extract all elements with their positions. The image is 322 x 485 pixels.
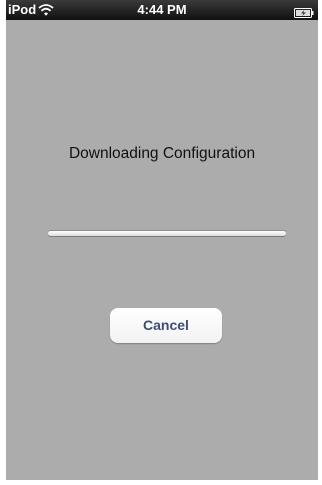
screen: iPod 4:44 PM Downloading Configuration C… (0, 0, 322, 485)
status-time: 4:44 PM (137, 2, 187, 17)
status-bar: iPod 4:44 PM (6, 0, 318, 20)
cancel-button[interactable]: Cancel (110, 308, 222, 343)
battery-icon (294, 5, 314, 18)
download-message: Downloading Configuration (68, 145, 256, 162)
device-screen: iPod 4:44 PM Downloading Configuration C… (6, 0, 318, 480)
download-progress-bar (48, 231, 286, 236)
